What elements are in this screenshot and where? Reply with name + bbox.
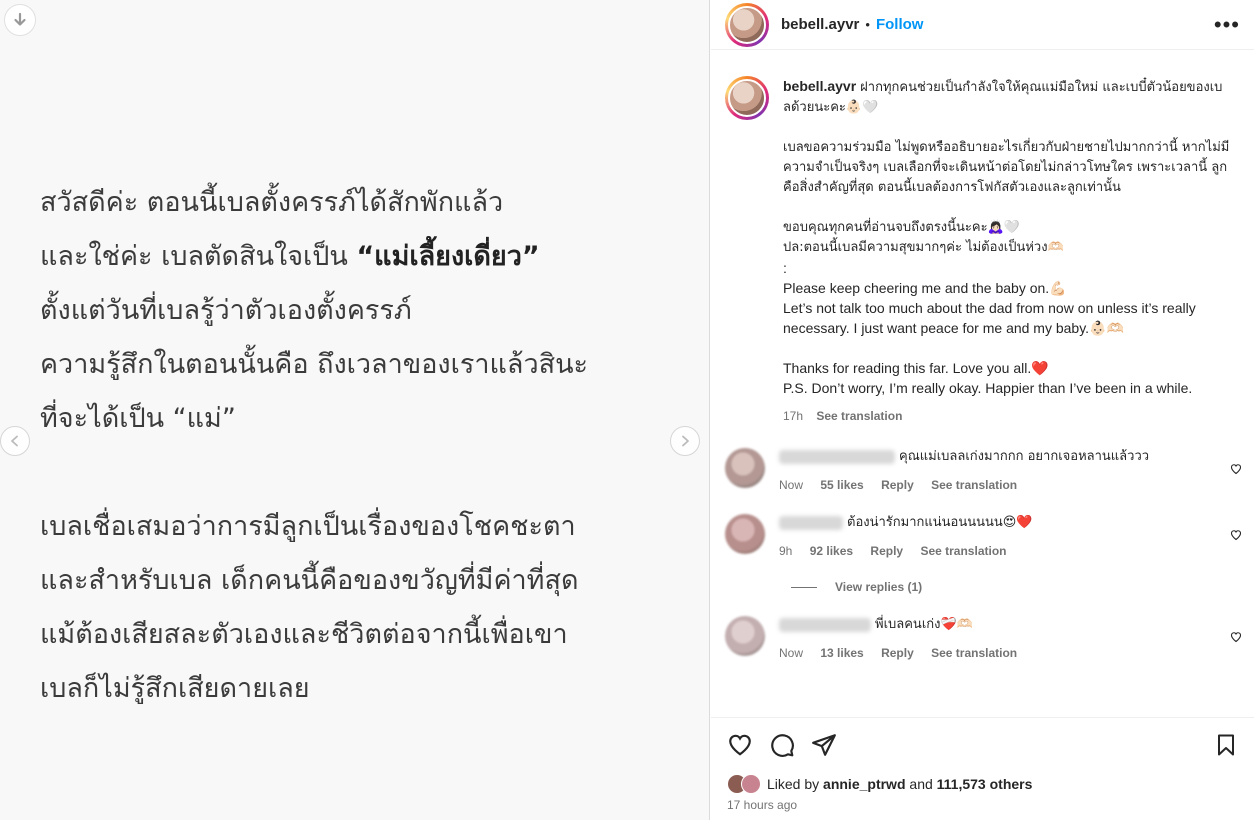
media-paragraph-1: สวัสดีค่ะ ตอนนี้เบลตั้งครรภ์ได้สักพักแล้… bbox=[40, 176, 680, 446]
arrow-down-icon bbox=[14, 12, 26, 26]
liker-avatars bbox=[727, 774, 761, 794]
comment-like-button[interactable] bbox=[1230, 462, 1242, 480]
save-button[interactable] bbox=[1214, 732, 1238, 763]
comment-avatar[interactable] bbox=[725, 448, 765, 488]
see-translation-link[interactable]: See translation bbox=[931, 646, 1017, 660]
caption-time: 17h bbox=[783, 409, 804, 423]
comment-button[interactable] bbox=[769, 732, 795, 763]
comment-username[interactable] bbox=[779, 515, 843, 530]
comment-username[interactable] bbox=[779, 449, 895, 464]
liked-by-label: Liked by bbox=[767, 776, 820, 792]
author-avatar[interactable] bbox=[725, 2, 769, 47]
caption-text: Thanks for reading this far. Love you al… bbox=[783, 360, 1049, 376]
media-line: แม้ต้องเสียสละตัวเองและชีวิตต่อจากนี้เพื… bbox=[40, 619, 568, 650]
caption-meta: 17h See translation bbox=[783, 406, 1240, 426]
avatar-image bbox=[728, 5, 766, 44]
post-caption: bebell.ayvr ฝากทุกคนช่วยเป็นกำลังใจให้คุณ… bbox=[711, 62, 1254, 426]
chevron-left-icon bbox=[11, 435, 18, 447]
liker-avatar bbox=[741, 774, 761, 794]
share-icon bbox=[812, 733, 836, 756]
comment-item: ต้องน่ารักมากแน่นอนนนนน😍❤️ 9h 92 likes R… bbox=[711, 514, 1254, 558]
caption-text: เบลขอความร่วมมือ ไม่พูดหรืออธิบายอะไรเกี… bbox=[783, 140, 1230, 195]
caption-text: ปล:ตอนนี้เบลมีความสุขมากๆค่ะ ไม่ต้องเป็น… bbox=[783, 240, 1064, 255]
liked-by-user[interactable]: annie_ptrwd bbox=[823, 776, 905, 792]
comment-time: Now bbox=[779, 478, 804, 492]
comment-avatar[interactable] bbox=[725, 514, 765, 554]
view-replies-label: View replies (1) bbox=[835, 580, 923, 594]
liked-by-and: and bbox=[909, 776, 933, 792]
see-translation-link[interactable]: See translation bbox=[816, 409, 902, 423]
see-translation-link[interactable]: See translation bbox=[931, 478, 1017, 492]
comment-text: ต้องน่ารักมากแน่นอนนนนน😍❤️ bbox=[847, 515, 1033, 530]
media-line: และสำหรับเบล เด็กคนนี้คือของขวัญที่มีค่า… bbox=[40, 565, 579, 596]
follow-button[interactable]: Follow bbox=[876, 16, 924, 33]
media-text: สวัสดีค่ะ ตอนนี้เบลตั้งครรภ์ได้สักพักแล้… bbox=[40, 176, 680, 716]
comment-meta: 9h 92 likes Reply See translation bbox=[779, 544, 1240, 558]
separator-dot: • bbox=[865, 17, 870, 32]
caption-text: Please keep cheering me and the baby on.… bbox=[783, 280, 1067, 296]
caption-text: Let’s not talk too much about the dad fr… bbox=[783, 300, 1200, 336]
more-options-button[interactable]: ••• bbox=[1214, 13, 1240, 35]
replies-rule bbox=[791, 586, 817, 588]
comment-likes[interactable]: 13 likes bbox=[820, 646, 863, 660]
comment-time: Now bbox=[779, 646, 804, 660]
comment-like-button[interactable] bbox=[1230, 528, 1242, 546]
comment-likes[interactable]: 92 likes bbox=[810, 544, 853, 558]
heart-icon bbox=[1230, 530, 1242, 541]
comment-text: คุณแม่เบลลเก่งมากกก อยากเจอหลานแล้ววว bbox=[899, 449, 1150, 464]
chevron-right-icon bbox=[682, 435, 689, 447]
comment-item: คุณแม่เบลลเก่งมากกก อยากเจอหลานแล้ววว No… bbox=[711, 448, 1254, 492]
media-line: สวัสดีค่ะ ตอนนี้เบลตั้งครรภ์ได้สักพักแล้… bbox=[40, 187, 504, 218]
post-details-panel: bebell.ayvr • Follow ••• bebell.ayvr ฝากท… bbox=[711, 0, 1254, 820]
share-button[interactable] bbox=[811, 732, 837, 763]
comment-item: พี่เบลคนเก่ง❤️‍🩹🫶🏻 Now 13 likes Reply Se… bbox=[711, 616, 1254, 660]
liked-by-others[interactable]: 111,573 others bbox=[937, 776, 1033, 792]
download-button[interactable] bbox=[4, 4, 36, 36]
media-line: เบลเชื่อเสมอว่าการมีลูกเป็นเรื่องของโชคช… bbox=[40, 511, 576, 542]
caption-body: bebell.ayvr ฝากทุกคนช่วยเป็นกำลังใจให้คุณ… bbox=[783, 76, 1240, 426]
media-line: ตั้งแต่วันที่เบลรู้ว่าตัวเองตั้งครรภ์ bbox=[40, 295, 412, 326]
bookmark-icon bbox=[1218, 734, 1234, 755]
comment-text: พี่เบลคนเก่ง❤️‍🩹🫶🏻 bbox=[875, 617, 973, 632]
heart-icon bbox=[1230, 632, 1242, 643]
post-media: สวัสดีค่ะ ตอนนี้เบลตั้งครรภ์ได้สักพักแล้… bbox=[0, 0, 710, 820]
caption-text: P.S. Don’t worry, I’m really okay. Happi… bbox=[783, 380, 1193, 396]
caption-text: ขอบคุณทุกคนที่อ่านจบถึงตรงนี้นะคะ🙇🏻‍♀️🤍 bbox=[783, 220, 1020, 235]
reply-button[interactable]: Reply bbox=[881, 646, 914, 660]
comment-icon bbox=[771, 733, 794, 757]
post-time[interactable]: 17 hours ago bbox=[727, 798, 1238, 812]
post-header: bebell.ayvr • Follow ••• bbox=[711, 0, 1254, 50]
heart-icon bbox=[1230, 464, 1242, 475]
caption-text: : bbox=[783, 260, 787, 276]
heart-icon bbox=[729, 734, 751, 756]
view-replies-button[interactable]: View replies (1) bbox=[711, 580, 1254, 594]
comment-like-button[interactable] bbox=[1230, 630, 1242, 648]
caption-username[interactable]: bebell.ayvr bbox=[783, 78, 856, 94]
comment-likes[interactable]: 55 likes bbox=[820, 478, 863, 492]
media-paragraph-2: เบลเชื่อเสมอว่าการมีลูกเป็นเรื่องของโชคช… bbox=[40, 500, 680, 716]
carousel-prev-button[interactable] bbox=[0, 426, 30, 456]
media-line: ความรู้สึกในตอนนั้นคือ ถึงเวลาของเราแล้ว… bbox=[40, 349, 589, 380]
carousel-next-button[interactable] bbox=[670, 426, 700, 456]
comments-scroll-area[interactable]: bebell.ayvr ฝากทุกคนช่วยเป็นกำลังใจให้คุณ… bbox=[711, 62, 1254, 717]
media-emphasis: “แม่เลี้ยงเดี่ยว” bbox=[356, 241, 540, 272]
media-line: เบลก็ไม่รู้สึกเสียดายเลย bbox=[40, 673, 310, 704]
author-username[interactable]: bebell.ayvr bbox=[781, 16, 859, 33]
comment-username[interactable] bbox=[779, 617, 871, 632]
see-translation-link[interactable]: See translation bbox=[920, 544, 1006, 558]
avatar-image bbox=[728, 79, 766, 117]
comment-avatar[interactable] bbox=[725, 616, 765, 656]
comment-meta: Now 55 likes Reply See translation bbox=[779, 478, 1240, 492]
comment-meta: Now 13 likes Reply See translation bbox=[779, 646, 1240, 660]
reply-button[interactable]: Reply bbox=[870, 544, 903, 558]
likes-summary: Liked by annie_ptrwd and 111,573 others bbox=[727, 774, 1238, 794]
comment-time: 9h bbox=[779, 544, 793, 558]
reply-button[interactable]: Reply bbox=[881, 478, 914, 492]
media-line: ที่จะได้เป็น “แม่” bbox=[40, 403, 236, 434]
media-line: และใช่ค่ะ เบลตัดสินใจเป็น “แม่เลี้ยงเดี่… bbox=[40, 241, 540, 272]
post-actions: Liked by annie_ptrwd and 111,573 others … bbox=[711, 717, 1254, 812]
like-button[interactable] bbox=[727, 732, 753, 763]
caption-author-avatar[interactable] bbox=[725, 76, 769, 120]
